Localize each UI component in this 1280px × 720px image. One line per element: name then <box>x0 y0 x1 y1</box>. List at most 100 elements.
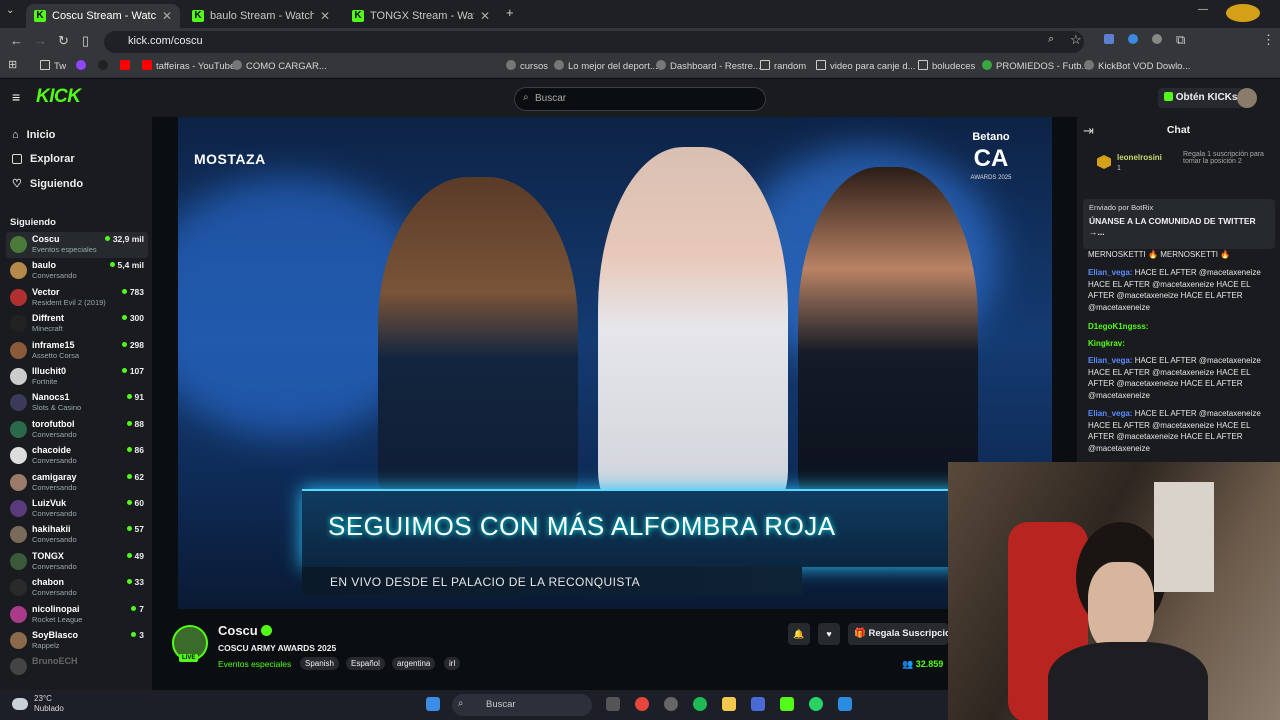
bookmark-item[interactable]: KickBot VOD Dowlo... <box>1084 60 1190 72</box>
notification-bell-icon[interactable]: 🔔 <box>788 623 810 645</box>
new-tab-icon[interactable]: + <box>506 5 514 20</box>
bookmark-item[interactable]: Dashboard - Restre... <box>656 60 761 72</box>
avatar <box>10 526 27 544</box>
tag[interactable]: Español <box>346 657 385 670</box>
sidepanel-icon[interactable]: ▯ <box>82 33 89 49</box>
bookmark-icon-only[interactable] <box>76 60 90 72</box>
user-avatar[interactable] <box>1237 88 1257 108</box>
bookmark-item[interactable]: Tw <box>40 60 66 72</box>
bookmark-item[interactable]: random <box>760 60 806 72</box>
weather-widget[interactable]: 23°C Nublado <box>34 694 64 714</box>
close-icon[interactable]: ✕ <box>320 9 330 23</box>
windows-start-icon[interactable] <box>426 697 440 711</box>
following-item[interactable]: chabon Conversando 33 <box>6 575 148 601</box>
extension-icon[interactable] <box>1104 34 1114 44</box>
following-item[interactable]: SoyBlasco Rappelz 3 <box>6 628 148 654</box>
bookmark-item[interactable]: COMO CARGAR... <box>232 60 327 72</box>
taskbar-search[interactable]: ⌕ Buscar <box>452 694 592 716</box>
kick-logo[interactable]: KICK <box>36 86 81 108</box>
tab-tongx[interactable]: K TONGX Stream - Watch Live on ✕ <box>344 4 498 28</box>
bookmark-item[interactable]: video para canje d... <box>816 60 916 72</box>
menu-kebab-icon[interactable]: ⋮ <box>1262 32 1275 48</box>
gift-subscription-button[interactable]: 🎁 Regala Suscripcio <box>848 623 948 645</box>
tag[interactable]: Spanish <box>300 657 339 670</box>
chat-username[interactable]: Elian_vega: <box>1088 409 1132 418</box>
url-field[interactable]: kick.com/coscu <box>104 31 1084 53</box>
globe-icon <box>656 60 666 70</box>
hamburger-menu-icon[interactable]: ≡ <box>12 89 20 105</box>
star-icon[interactable]: ☆ <box>1070 32 1082 48</box>
nav-home[interactable]: ⌂ Inicio <box>12 129 55 141</box>
following-item[interactable]: baulo Conversando 5,4 mil <box>6 258 148 284</box>
search-input[interactable]: ⌕ Buscar <box>514 87 766 111</box>
nav-explore[interactable]: Explorar <box>12 153 75 165</box>
extensions-puzzle-icon[interactable]: ⧉ <box>1176 32 1185 48</box>
reload-icon[interactable]: ↻ <box>58 33 69 49</box>
whatsapp-icon[interactable] <box>809 697 823 711</box>
following-item[interactable]: Coscu Eventos especiales 32,9 mil <box>6 232 148 258</box>
chrome-icon[interactable] <box>635 697 649 711</box>
kick-app-icon[interactable] <box>780 697 794 711</box>
follow-heart-icon[interactable]: ♥ <box>818 623 840 645</box>
channel-name[interactable]: Coscu <box>218 623 258 638</box>
bookmark-item[interactable]: taffeiras - YouTube <box>142 60 235 72</box>
bookmark-icon-only[interactable] <box>120 60 134 72</box>
bookmark-item[interactable]: Lo mejor del deport... <box>554 60 658 72</box>
extension-icon[interactable] <box>1152 34 1162 44</box>
chat-username[interactable]: D1egoK1ngsss: <box>1088 322 1148 331</box>
following-item[interactable]: camigaray Conversando 62 <box>6 470 148 496</box>
chat-username[interactable]: Elian_vega: <box>1088 268 1132 277</box>
following-item[interactable]: hakihakii Conversando 57 <box>6 522 148 548</box>
close-icon[interactable]: ✕ <box>162 9 172 23</box>
following-name: torofutbol <box>32 418 75 429</box>
chat-username[interactable]: Kingkrav: <box>1088 339 1125 348</box>
pinned-message[interactable]: Enviado por BotRix ÚNANSE A LA COMUNIDAD… <box>1083 199 1275 249</box>
following-item[interactable]: BrunoECH <box>6 654 148 680</box>
avatar <box>10 315 27 333</box>
bookmark-icon-only[interactable] <box>98 60 112 72</box>
file-explorer-icon[interactable] <box>722 697 736 711</box>
following-item[interactable]: Illuchit0 Fortnite 107 <box>6 364 148 390</box>
avatar <box>10 552 27 570</box>
bookmark-item[interactable]: PROMIEDOS - Futb... <box>982 60 1089 72</box>
bookmark-item[interactable]: cursos <box>506 60 548 72</box>
tab-search-icon[interactable]: ⌄ <box>6 5 14 16</box>
close-icon[interactable]: ✕ <box>480 9 490 23</box>
tag[interactable]: irl <box>444 657 461 670</box>
task-view-icon[interactable] <box>606 697 620 711</box>
nav-following[interactable]: ♡ Siguiendo <box>12 177 83 191</box>
banner-title: SEGUIMOS CON MÁS ALFOMBRA ROJA <box>328 511 836 541</box>
minimize-icon[interactable]: — <box>1198 4 1208 15</box>
following-item[interactable]: nicolinopai Rocket League 7 <box>6 602 148 628</box>
following-item[interactable]: Nanocs1 Slots & Casino 91 <box>6 390 148 416</box>
following-item[interactable]: TONGX Conversando 49 <box>6 549 148 575</box>
following-item[interactable]: torofutbol Conversando 88 <box>6 417 148 443</box>
following-item[interactable]: Vector Resident Evil 2 (2019) 783 <box>6 285 148 311</box>
gift-subscription-label: Regala Suscripcio <box>868 628 948 639</box>
live-dot-icon <box>126 394 132 400</box>
store-icon[interactable] <box>751 697 765 711</box>
get-kicks-button[interactable]: Obtén KICKs <box>1158 88 1244 108</box>
following-item[interactable]: LuizVuk Conversando 60 <box>6 496 148 522</box>
spotify-icon[interactable] <box>693 697 707 711</box>
tab-coscu[interactable]: K Coscu Stream - Watch Live o ✕ <box>26 4 180 28</box>
stream-category[interactable]: Eventos especiales <box>218 659 291 669</box>
forward-icon[interactable]: → <box>34 33 47 48</box>
video-player[interactable]: MOSTAZA Betano CA AWARDS 2025 SEGUIMOS C… <box>178 117 1052 609</box>
steam-icon[interactable] <box>664 697 678 711</box>
profile-avatar-icon[interactable] <box>1226 4 1260 22</box>
following-item[interactable]: inframe15 Assetto Corsa 298 <box>6 338 148 364</box>
chat-username[interactable]: Elian_vega: <box>1088 356 1132 365</box>
following-category: Slots & Casino <box>32 403 82 413</box>
bookmark-item[interactable]: boludeces <box>918 60 975 72</box>
following-item[interactable]: chacoide Conversando 86 <box>6 443 148 469</box>
top-gifter-name[interactable]: leonelrosini <box>1117 153 1162 162</box>
notepad-icon[interactable] <box>838 697 852 711</box>
zoom-icon[interactable]: ⌕ <box>1048 33 1054 46</box>
tag[interactable]: argentina <box>392 657 436 670</box>
extension-icon[interactable] <box>1128 34 1138 44</box>
tab-baulo[interactable]: K baulo Stream - Watch Live on K ✕ <box>184 4 338 28</box>
back-icon[interactable]: ← <box>10 33 23 48</box>
following-item[interactable]: Diffrent Minecraft 300 <box>6 311 148 337</box>
apps-grid-icon[interactable]: ⊞ <box>8 58 17 71</box>
